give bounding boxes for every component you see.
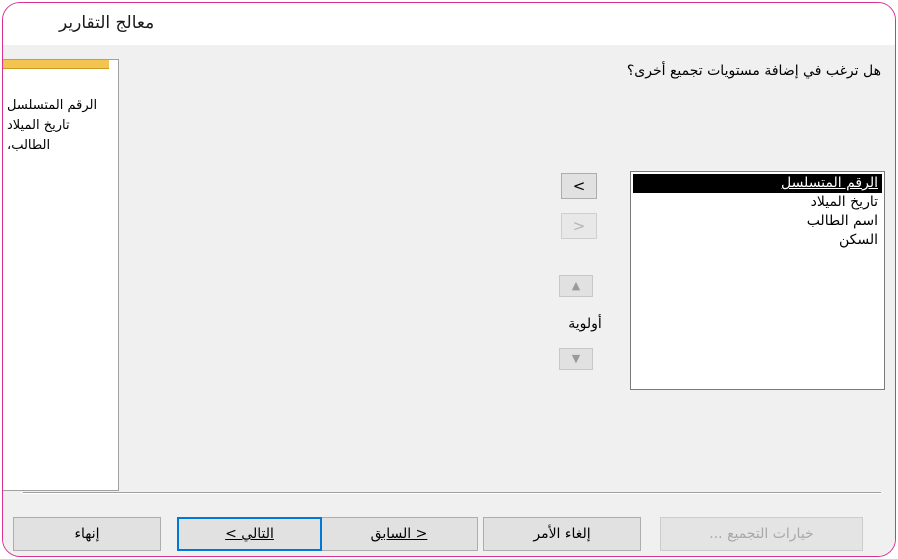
list-item-serial-number[interactable]: الرقم المتسلسل: [633, 174, 882, 193]
preview-line: تاريخ الميلاد: [7, 118, 70, 133]
down-arrow-icon: ▼: [571, 352, 581, 365]
next-label: التالي >: [225, 526, 274, 542]
list-item-housing[interactable]: السكن: [631, 231, 884, 250]
add-grouping-button[interactable]: <: [561, 173, 597, 199]
preview-text: الرقم المتسلسل تاريخ الميلاد الطالب،: [7, 96, 117, 156]
list-item-birth-date[interactable]: تاريخ الميلاد: [631, 193, 884, 212]
priority-label: أولوية: [568, 316, 602, 332]
footer-divider: [23, 492, 881, 494]
cancel-button[interactable]: إلغاء الأمر: [483, 517, 641, 551]
remove-grouping-button[interactable]: >: [561, 213, 597, 239]
available-fields-list[interactable]: الرقم المتسلسل تاريخ الميلاد اسم الطالب …: [630, 171, 885, 390]
preview-line: الرقم المتسلسل: [7, 98, 98, 113]
next-button[interactable]: التالي >: [177, 517, 322, 551]
finish-button[interactable]: إنهاء: [13, 517, 161, 551]
wizard-body: الرقم المتسلسل تاريخ الميلاد الطالب، هل …: [3, 45, 895, 556]
back-label: < السابق: [370, 526, 428, 542]
up-arrow-icon: ▲: [571, 279, 581, 292]
priority-down-button[interactable]: ▼: [559, 348, 593, 370]
priority-up-button[interactable]: ▲: [559, 275, 593, 297]
grouping-preview: الرقم المتسلسل تاريخ الميلاد الطالب،: [3, 59, 119, 491]
grouping-question: هل ترغب في إضافة مستويات تجميع أخرى؟: [626, 63, 881, 79]
list-item-student-name[interactable]: اسم الطالب: [631, 212, 884, 231]
grouping-options-button[interactable]: خيارات التجميع ...: [660, 517, 863, 551]
back-button[interactable]: < السابق: [320, 517, 478, 551]
title-bar: معالج التقارير: [3, 3, 895, 45]
window-title: معالج التقارير: [59, 13, 155, 33]
preview-line: الطالب،: [7, 138, 51, 153]
preview-header: [3, 60, 109, 69]
report-wizard-window: معالج التقارير الرقم المتسلسل تاريخ المي…: [2, 2, 896, 557]
